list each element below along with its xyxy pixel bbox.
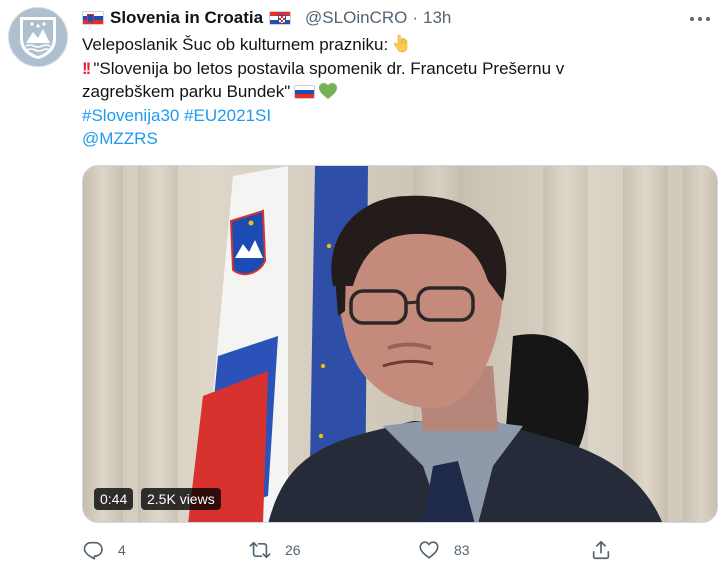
user-handle[interactable]: @SLOinCRO (305, 8, 407, 28)
coat-of-arms-icon (20, 17, 56, 59)
share-icon (592, 540, 610, 560)
slovenia-flag-icon (82, 11, 104, 25)
green-heart-emoji-icon (319, 83, 338, 99)
tweet-text-content: "Slovenija bo letos postavila spomenik d… (93, 58, 565, 78)
double-exclamation-emoji-icon: !! (82, 58, 91, 78)
reply-button[interactable]: 4 (82, 536, 126, 564)
separator-dot: · (412, 8, 419, 27)
hashtags: #Slovenija30 #EU2021SI (82, 104, 712, 128)
more-icon-dot (706, 17, 710, 21)
slovenian-flag (188, 166, 288, 522)
tweet[interactable]: Slovenia in Croatia @SLOinCRO · 13h Vele… (0, 0, 728, 572)
tweet-text: Veleposlanik Šuc ob kulturnem prazniku: … (82, 33, 712, 151)
hashtag-link[interactable]: #EU2021SI (184, 106, 271, 125)
retweet-button[interactable]: 26 (249, 536, 301, 564)
avatar[interactable] (8, 7, 68, 67)
video-views-badge: 2.5K views (141, 488, 221, 510)
retweet-icon (249, 541, 271, 559)
heart-icon (419, 541, 439, 559)
mentions: @MZZRS (82, 127, 712, 151)
tweet-text-content: Veleposlanik Šuc ob kulturnem prazniku: (82, 35, 389, 54)
video-frame (83, 166, 717, 522)
pointing-down-emoji-icon (394, 35, 408, 53)
more-icon-dot (698, 17, 702, 21)
tweet-text-line-3: zagrebškem parku Bundek" (82, 80, 712, 104)
reply-icon (83, 541, 103, 560)
more-options-button[interactable] (688, 9, 712, 29)
like-button[interactable]: 83 (418, 536, 470, 564)
tweet-timestamp[interactable]: 13h (423, 8, 451, 28)
tweet-actions: 4 26 83 (82, 536, 718, 564)
hashtag-link[interactable]: #Slovenija30 (82, 106, 179, 125)
tweet-text-line-2: !! "Slovenija bo letos postavila spomenik… (82, 57, 712, 81)
more-icon (690, 17, 694, 21)
mention-link[interactable]: @MZZRS (82, 129, 158, 148)
tweet-text-content: zagrebškem parku Bundek" (82, 82, 291, 101)
video-player[interactable] (82, 165, 718, 523)
display-name[interactable]: Slovenia in Croatia (110, 8, 263, 28)
tweet-header: Slovenia in Croatia @SLOinCRO · 13h (82, 7, 451, 29)
croatia-flag-icon (269, 11, 292, 25)
slovenia-flag-emoji-icon (294, 85, 316, 99)
reply-count: 4 (118, 542, 126, 558)
retweet-count: 26 (285, 542, 301, 558)
like-count: 83 (454, 542, 470, 558)
tweet-text-line-1: Veleposlanik Šuc ob kulturnem prazniku: (82, 33, 712, 57)
share-button[interactable] (590, 536, 612, 564)
video-duration-badge: 0:44 (94, 488, 134, 510)
